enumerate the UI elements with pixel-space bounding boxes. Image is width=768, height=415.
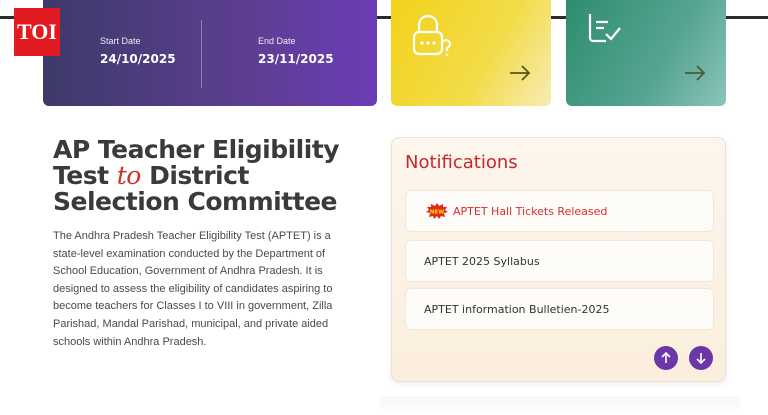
notification-item-hall-tickets[interactable]: NEW APTET Hall Tickets Released [405,190,714,232]
exam-description: The Andhra Pradesh Teacher Eligibility T… [53,230,333,348]
toi-logo: TOI [14,8,60,56]
notification-label: APTET Hall Tickets Released [453,204,608,218]
arrow-down-icon [695,349,707,368]
page-title: AP Teacher Eligibility Test to District … [53,137,353,215]
notification-label: APTET information Bulletien-2025 [424,302,610,316]
new-badge-text: NEW [430,210,444,216]
end-date-value: 23/11/2025 [258,52,334,66]
notifications-title: Notifications [405,152,518,173]
result-card[interactable] [566,0,726,106]
end-date-label: End Date [258,36,296,46]
notification-item-bulletin[interactable]: APTET information Bulletien-2025 [405,288,714,330]
scroll-down-button[interactable] [689,346,713,370]
end-date-block: End Date 23/11/2025 [258,36,334,66]
new-badge-icon: NEW [426,203,448,219]
start-date-block: Start Date 24/10/2025 [100,36,176,66]
hall-ticket-card[interactable] [391,0,551,106]
lock-question-icon [411,12,453,64]
start-date-value: 24/10/2025 [100,52,176,66]
start-date-label: Start Date [100,36,141,46]
scroll-up-button[interactable] [654,346,678,370]
arrow-up-icon [660,349,672,368]
title-connector: to [116,161,142,190]
checklist-icon [586,12,626,50]
date-divider [201,20,202,88]
arrow-right-icon[interactable] [509,64,531,86]
notification-label: APTET 2025 Syllabus [424,254,540,268]
date-card: Start Date 24/10/2025 End Date 23/11/202… [43,0,377,106]
notifications-panel: Notifications NEW APTET Hall Tickets Rel… [391,137,726,382]
notification-item-syllabus[interactable]: APTET 2025 Syllabus [405,240,714,282]
arrow-right-icon[interactable] [684,64,706,86]
bottom-shadow [380,396,740,415]
